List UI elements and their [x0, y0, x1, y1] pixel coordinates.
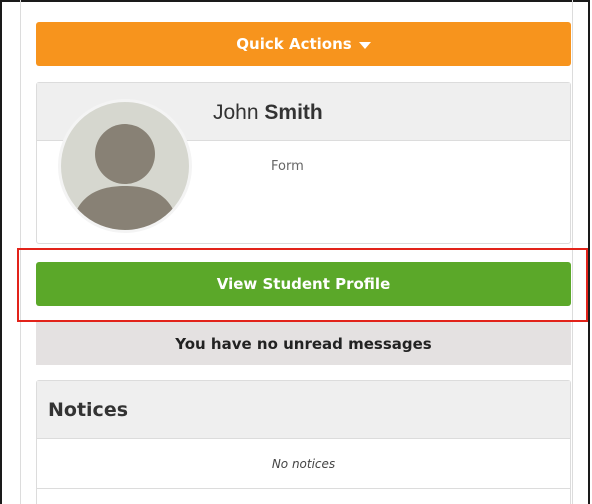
student-avatar [58, 99, 192, 233]
quick-actions-label: Quick Actions [236, 35, 352, 53]
unread-messages-banner[interactable]: You have no unread messages [36, 322, 571, 365]
quick-actions-button[interactable]: Quick Actions [36, 22, 571, 66]
notices-title: Notices [37, 381, 570, 439]
notices-panel: Notices No notices [36, 380, 571, 504]
notices-empty-text: No notices [271, 457, 336, 471]
student-last-name: Smith [264, 101, 323, 124]
person-silhouette-icon [71, 124, 179, 230]
student-form-label: Form [271, 159, 304, 174]
view-student-profile-button[interactable]: View Student Profile [36, 262, 571, 306]
unread-messages-text: You have no unread messages [175, 334, 432, 353]
student-first-name: John [213, 101, 259, 124]
student-name: John Smith [213, 101, 323, 125]
notices-divider [36, 488, 571, 489]
view-student-profile-label: View Student Profile [216, 275, 391, 293]
caret-down-icon [358, 41, 371, 49]
